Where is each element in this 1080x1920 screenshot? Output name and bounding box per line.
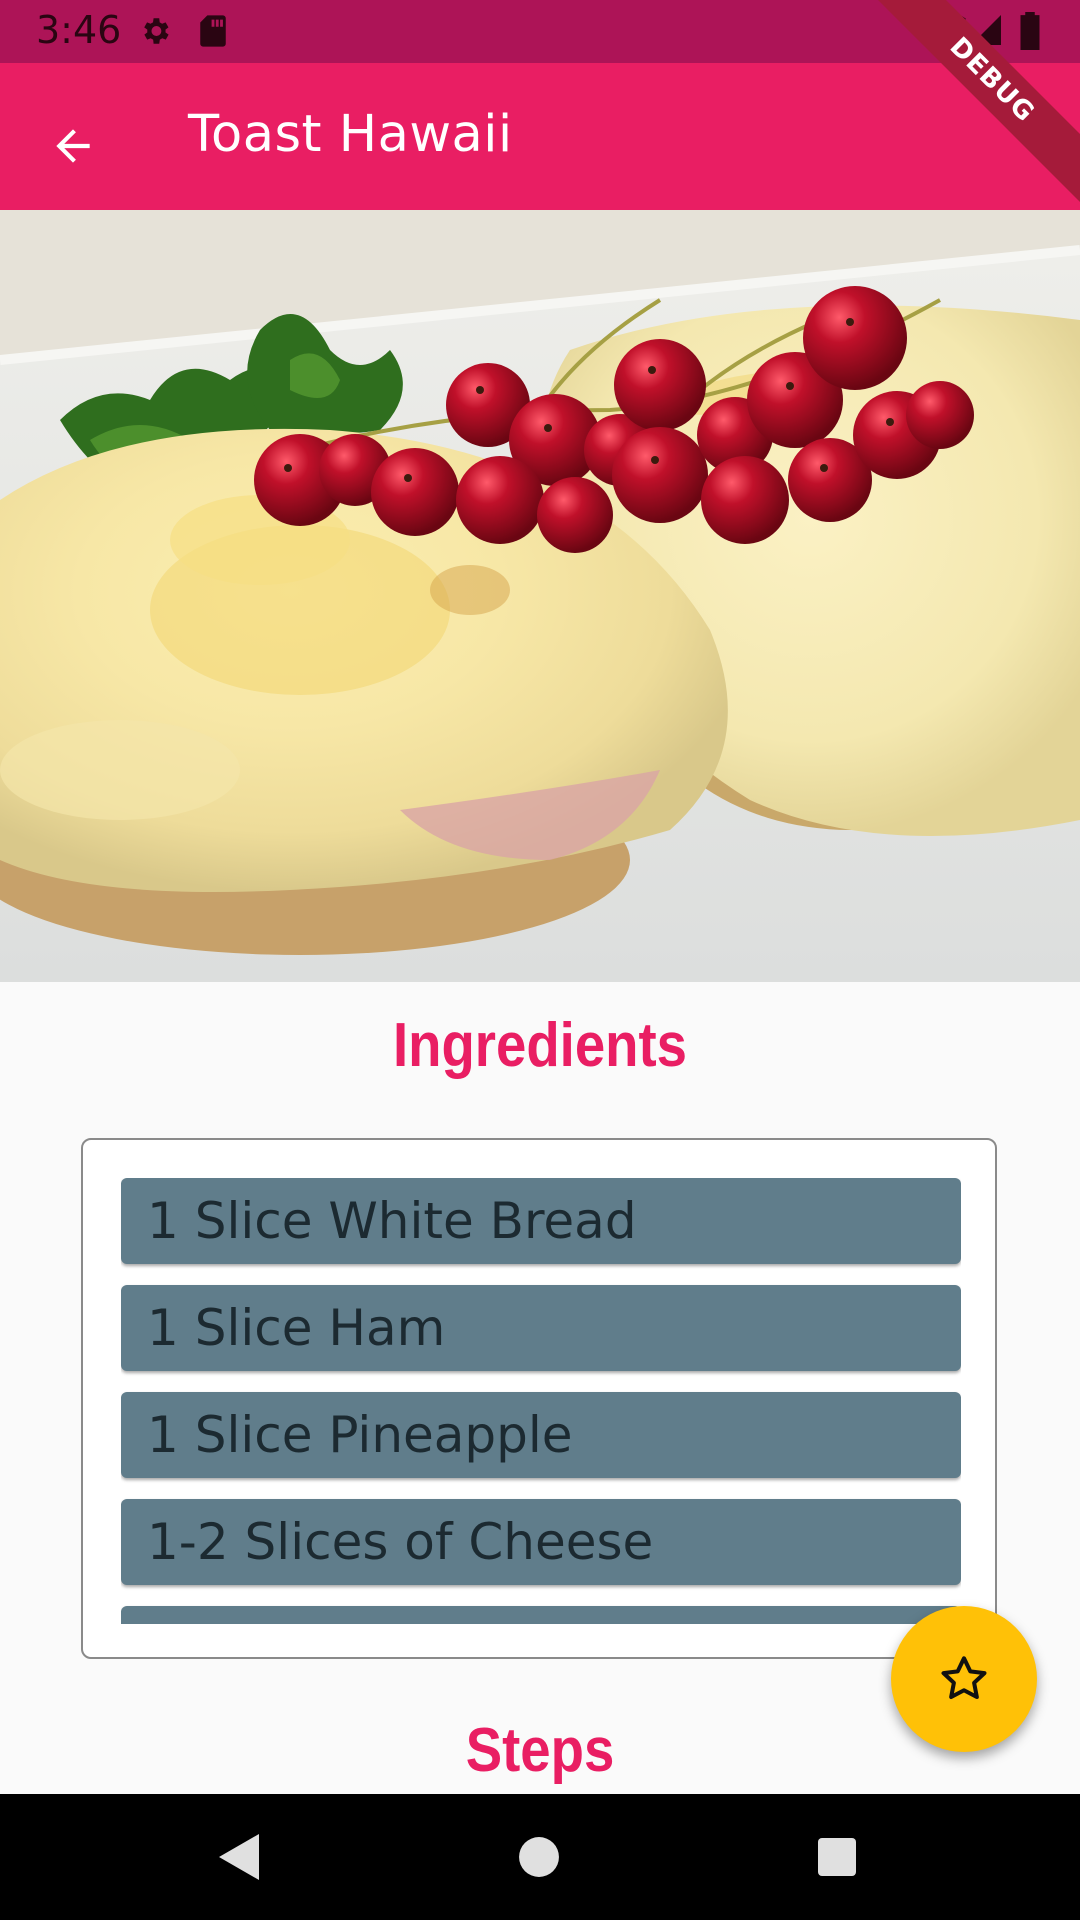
nav-recents-button[interactable] <box>804 1824 870 1890</box>
back-triangle-icon <box>219 1834 259 1880</box>
ingredient-item: 1-2 Slices of Cheese <box>121 1499 961 1585</box>
hero-image <box>0 210 1080 982</box>
ingredients-list-container[interactable]: 1 Slice White Bread 1 Slice Ham 1 Slice … <box>81 1138 997 1659</box>
app-bar: Toast Hawaii <box>0 63 1080 210</box>
star-outline-icon <box>941 1656 987 1700</box>
nav-back-button[interactable] <box>206 1824 272 1890</box>
status-time: 3:46 <box>36 8 122 52</box>
screen: 3:46 Toast Hawaii DEBUG Ingredients 1 Sl… <box>0 0 1080 1920</box>
battery-icon <box>1018 12 1042 55</box>
nav-home-button[interactable] <box>506 1824 572 1890</box>
settings-icon <box>138 14 172 48</box>
ingredients-list[interactable]: 1 Slice White Bread 1 Slice Ham 1 Slice … <box>121 1178 961 1624</box>
ingredient-item: Butter <box>121 1606 961 1624</box>
favorite-button[interactable] <box>891 1606 1037 1752</box>
home-circle-icon <box>519 1837 559 1877</box>
navigation-bar <box>0 1794 1080 1920</box>
steps-heading: Steps <box>465 1716 615 1785</box>
ingredient-item: 1 Slice Ham <box>121 1285 961 1371</box>
ingredients-heading: Ingredients <box>392 1011 688 1080</box>
sd-card-icon <box>198 14 232 48</box>
page-title: Toast Hawaii <box>188 105 513 164</box>
ingredient-item: 1 Slice White Bread <box>121 1178 961 1264</box>
arrow-back-icon <box>56 129 90 163</box>
back-button[interactable] <box>30 103 116 189</box>
ingredient-item: 1 Slice Pineapple <box>121 1392 961 1478</box>
recents-square-icon <box>818 1838 856 1876</box>
